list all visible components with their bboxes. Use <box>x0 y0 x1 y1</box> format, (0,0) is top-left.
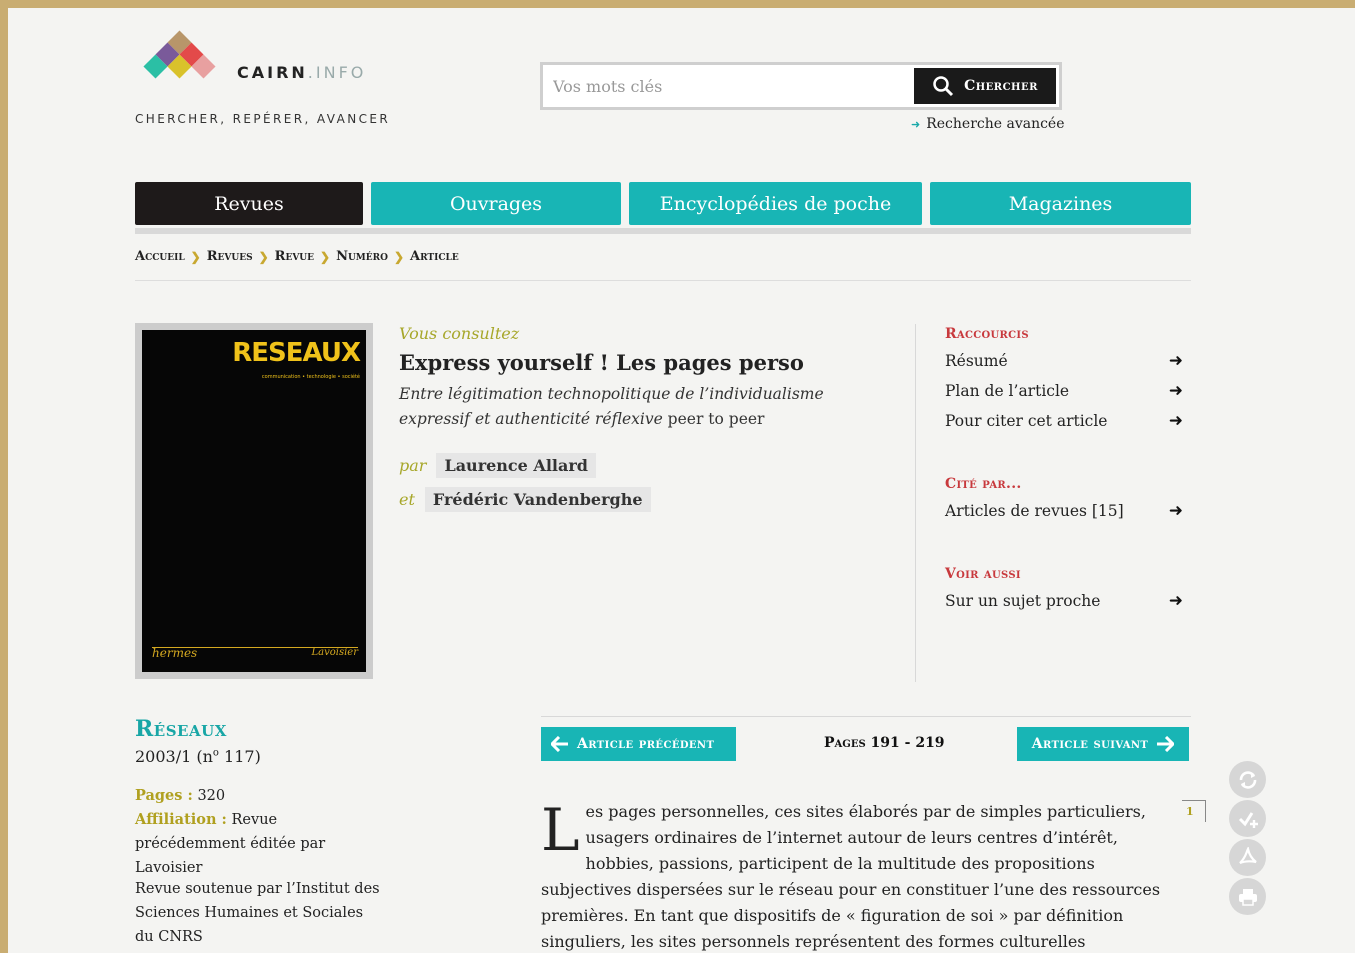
cairn-logo-mark-icon <box>143 30 216 79</box>
tab-ouvrages[interactable]: Ouvrages <box>371 182 621 225</box>
tab-magazines[interactable]: Magazines <box>930 182 1191 225</box>
cairn-logo[interactable]: CAIRN.INFO CHERCHER, REPÉRER, AVANCER <box>135 30 395 130</box>
arrow-right-icon: ➜ <box>1168 381 1183 401</box>
divider <box>135 280 1191 281</box>
shortcut-citer[interactable]: Pour citer cet article ➜ <box>945 411 1183 431</box>
arrow-right-icon <box>1157 736 1175 752</box>
author-row: par Laurence Allard <box>399 453 596 478</box>
print-icon[interactable] <box>1229 878 1266 915</box>
breadcrumb-revue[interactable]: Revue <box>275 249 314 264</box>
chevron-right-icon: ❯ <box>320 249 331 264</box>
arrow-right-icon: ➜ <box>1168 591 1183 611</box>
cited-by-articles[interactable]: Articles de revues [15] ➜ <box>945 501 1183 521</box>
search-input[interactable] <box>543 65 911 107</box>
journal-title[interactable]: Réseaux <box>135 716 227 742</box>
journal-pages: Pages : 320 <box>135 787 226 804</box>
author-prefix: par <box>399 456 427 475</box>
tab-encyclopedies[interactable]: Encyclopédies de poche <box>629 182 922 225</box>
journal-support: Revue soutenue par l’Institut des Scienc… <box>135 881 380 945</box>
cover-image: RESEAUX communication • technologie • so… <box>142 330 366 672</box>
search-button-label: Chercher <box>964 78 1038 94</box>
arrow-right-icon: ➜ <box>911 118 921 131</box>
journal-issue: 2003/1 (no 117) <box>135 747 261 766</box>
logo-wordmark: CAIRN.INFO <box>237 63 367 82</box>
logo-tagline: CHERCHER, REPÉRER, AVANCER <box>135 112 391 126</box>
see-also-related[interactable]: Sur un sujet proche ➜ <box>945 591 1183 611</box>
shortcut-plan[interactable]: Plan de l’article ➜ <box>945 381 1183 401</box>
consult-label: Vous consultez <box>399 324 520 343</box>
author-link[interactable]: Frédéric Vandenberghe <box>424 487 651 512</box>
tab-revues[interactable]: Revues <box>135 182 363 225</box>
arrow-right-icon: ➜ <box>1168 411 1183 431</box>
arrow-right-icon: ➜ <box>1168 351 1183 371</box>
breadcrumb: Accueil ❯ Revues ❯ Revue ❯ Numéro ❯ Article <box>135 249 459 264</box>
article-body: Les pages personnelles, ces sites élabor… <box>541 796 1161 951</box>
check-add-icon[interactable] <box>1229 800 1266 837</box>
author-prefix: et <box>399 490 415 509</box>
next-article-button[interactable]: Article suivant <box>1017 727 1189 761</box>
journal-cover[interactable]: RESEAUX communication • technologie • so… <box>135 323 373 679</box>
cover-publisher-left: hermes <box>152 646 198 660</box>
arrow-right-icon: ➜ <box>1168 501 1183 521</box>
breadcrumb-revues[interactable]: Revues <box>207 249 253 264</box>
dropcap: L <box>541 796 580 864</box>
arrow-left-icon <box>551 736 568 752</box>
article-subtitle: Entre légitimation technopolitique de l’… <box>399 385 824 428</box>
article-title: Express yourself ! Les pages perso <box>399 350 804 375</box>
breadcrumb-accueil[interactable]: Accueil <box>135 249 185 264</box>
see-also-heading: Voir aussi <box>945 566 1021 582</box>
breadcrumb-article: Article <box>410 249 459 264</box>
page: CAIRN.INFO CHERCHER, REPÉRER, AVANCER Ch… <box>8 8 1355 953</box>
divider <box>541 716 1191 717</box>
search-icon <box>933 76 954 97</box>
cover-title: RESEAUX <box>232 338 361 368</box>
journal-meta: Pages : 320 Affiliation : Revue précédem… <box>135 784 375 880</box>
chevron-right-icon: ❯ <box>258 249 269 264</box>
chevron-right-icon: ❯ <box>190 249 201 264</box>
journal-affiliation: Affiliation : Revue précédemment éditée … <box>135 811 326 876</box>
pages-range: Pages 191 - 219 <box>824 735 945 751</box>
cited-by-heading: Cité par... <box>945 476 1022 492</box>
shortcuts-heading: Raccourcis <box>945 326 1029 342</box>
column-divider <box>915 324 916 682</box>
cover-subtitle: communication • technologie • société <box>261 374 360 380</box>
previous-article-button[interactable]: Article précédent <box>541 727 736 761</box>
main-nav: Revues Ouvrages Encyclopédies de poche M… <box>135 182 1191 234</box>
shortcut-resume[interactable]: Résumé ➜ <box>945 351 1183 371</box>
author-link[interactable]: Laurence Allard <box>436 453 596 478</box>
author-row: et Frédéric Vandenberghe <box>399 487 651 512</box>
search-button[interactable]: Chercher <box>914 68 1056 104</box>
breadcrumb-numero[interactable]: Numéro <box>336 249 388 264</box>
pdf-icon[interactable] <box>1229 839 1266 876</box>
search-box: Chercher <box>540 62 1062 110</box>
advanced-search-link[interactable]: ➜ Recherche avancée <box>911 116 1065 132</box>
nav-underline <box>135 228 1191 234</box>
paragraph-number: 1 <box>1182 800 1206 822</box>
refresh-icon[interactable] <box>1229 761 1266 798</box>
chevron-right-icon: ❯ <box>393 249 405 264</box>
cover-publisher-right: Lavoisier <box>311 647 359 658</box>
